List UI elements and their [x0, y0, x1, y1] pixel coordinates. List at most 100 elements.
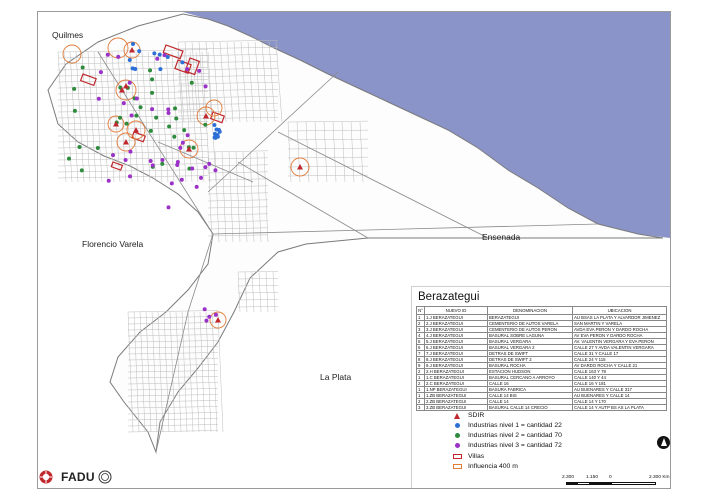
industry-dot	[175, 160, 180, 165]
industry-dot	[150, 107, 155, 112]
sdir-table-row: 3 3.J BERAZATEGUI CEMENTERIO DE AUTOS PERO…	[416, 326, 667, 333]
triangle-icon	[454, 412, 460, 419]
industry-dot	[203, 165, 208, 170]
industry-dot	[129, 113, 134, 118]
place-label-florencio-varela: Florencio Varela	[82, 239, 144, 249]
industry-dot	[128, 174, 133, 179]
industry-dot	[197, 68, 202, 73]
legend-item-influence: Influencia 400 m	[452, 462, 518, 471]
place-label-ensenada: Ensenada	[482, 232, 521, 242]
legend-label-industry-2: Industrias nivel 2 = cantidad 70	[468, 432, 562, 439]
industry-dot	[155, 56, 160, 61]
legend-item-industry-3: Industrias nivel 3 = cantidad 72	[452, 441, 562, 450]
industry-dot	[174, 116, 179, 121]
industry-dot	[106, 178, 111, 183]
industry-dot	[154, 115, 159, 120]
industry-dot	[148, 68, 153, 73]
scale-label-mid: 1.150	[586, 475, 599, 480]
industry-dot	[180, 60, 185, 65]
industry-dot	[169, 181, 174, 186]
green-dot-icon	[454, 433, 460, 438]
scale-label-zero: 0	[609, 475, 612, 480]
industry-dot	[157, 52, 162, 57]
industry-dot	[77, 145, 82, 150]
fadu-logo: FADU	[38, 467, 138, 487]
industry-dot	[111, 153, 116, 158]
industry-dot	[79, 168, 84, 173]
legend-label-industry-1: Industrias nivel 1 = cantidad 22	[468, 422, 562, 429]
sdir-table-cell: 3.ZB BERAZATEGUI	[424, 404, 488, 411]
industry-dot	[173, 106, 178, 111]
sdir-table-header: N° NUEVO ID DENOMINACION UBICACION	[416, 306, 667, 315]
industry-dot	[128, 149, 133, 154]
sdir-table-cell: 3	[416, 404, 425, 411]
industry-dot	[148, 128, 153, 133]
industry-dot	[202, 307, 207, 312]
scale-bar: 2.300 1.150 0 2.300 Km	[562, 475, 670, 487]
blue-dot-icon	[454, 423, 460, 428]
industry-dot	[158, 67, 163, 72]
place-label-quilmes: Quilmes	[52, 30, 84, 40]
industry-dot	[166, 205, 171, 210]
industry-dot	[212, 123, 217, 128]
industry-dot	[213, 312, 218, 317]
industry-dot	[207, 161, 212, 166]
industry-dot	[80, 65, 85, 70]
north-arrow-icon	[657, 436, 670, 449]
sdir-table-cell: BASURAL CALLE 14 CRECIO	[487, 404, 573, 411]
industry-dot	[167, 124, 172, 129]
sdir-table-cell: CALLE 27 Y AVDA VALENTIN VERGARA	[572, 344, 667, 351]
legend-item-sdir: SDIR	[452, 411, 484, 420]
legend-label-villas: Villas	[468, 453, 485, 460]
industry-dot	[207, 314, 212, 319]
industry-dot	[116, 54, 121, 59]
industry-dot	[133, 66, 138, 71]
industry-dot	[190, 166, 195, 171]
legend-panel: Berazategui N° NUEVO ID DENOMINACION UBICAC…	[411, 286, 670, 488]
industry-dot	[148, 158, 153, 163]
industry-dot	[138, 105, 143, 110]
legend-item-villas: Villas	[452, 452, 484, 461]
industry-dot	[203, 84, 208, 89]
industry-dot	[185, 133, 190, 138]
sdir-table-header-cell: DENOMINACION	[487, 306, 573, 315]
industry-dot	[160, 157, 165, 162]
industry-dot	[185, 67, 190, 72]
industry-dot	[118, 115, 123, 120]
industry-dot	[160, 161, 165, 166]
industry-dot	[127, 80, 132, 85]
university-seal-icon	[98, 470, 112, 484]
fadu-emblem-icon	[39, 470, 53, 484]
industry-dot	[214, 127, 219, 132]
industry-dot	[150, 77, 155, 82]
industry-dot	[124, 121, 129, 126]
industry-dot	[172, 134, 177, 139]
scale-label-right: 2.300 Km	[649, 475, 670, 480]
sdir-table-header-cell: N°	[416, 306, 425, 315]
industry-dot	[199, 175, 204, 180]
industry-dot	[105, 52, 110, 57]
scale-bar-graphic	[566, 482, 656, 485]
industry-dot	[189, 80, 194, 85]
industry-dot	[166, 110, 171, 115]
industry-dot	[204, 318, 209, 323]
fadu-logo-text: FADU	[61, 470, 95, 484]
industry-dot	[98, 70, 103, 75]
industry-dot	[134, 96, 139, 101]
industry-dot	[95, 145, 100, 150]
legend-label-influence: Influencia 400 m	[468, 463, 518, 470]
industry-dot	[130, 42, 135, 47]
sdir-table-cell: CALLE 14 Y AUTP BS AS LA PLATA	[572, 404, 667, 411]
industry-dot	[191, 145, 196, 150]
industry-dot	[123, 157, 128, 162]
industry-dot	[178, 145, 183, 150]
industry-dot	[180, 140, 185, 145]
sdir-table-body: 1 1.J BERAZATEGUI BERAZATEGUI AU BSAS LA PL…	[416, 314, 667, 411]
industry-dot	[203, 122, 208, 127]
legend-item-industry-1: Industrias nivel 1 = cantidad 22	[452, 421, 562, 430]
sdir-table-cell: AU BSAS LA PLATA Y ALVARDOR JIMENEZ	[572, 314, 667, 321]
industry-dot	[72, 86, 77, 91]
villa-rect-icon	[452, 454, 462, 459]
industry-dot	[72, 108, 77, 113]
sdir-table-header-cell: UBICACION	[572, 306, 667, 315]
